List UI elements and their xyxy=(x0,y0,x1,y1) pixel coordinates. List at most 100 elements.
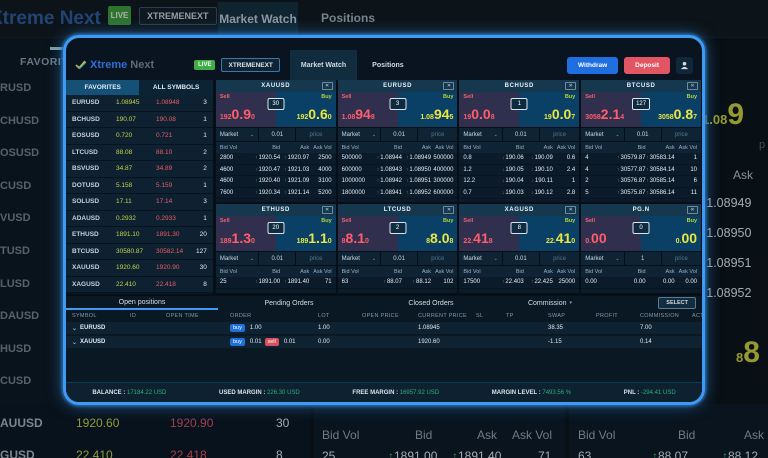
sell-button[interactable]: Sell 190.08 xyxy=(459,92,520,127)
close-icon[interactable]: ✕ xyxy=(321,82,333,90)
sell-button[interactable]: Sell 0.00 xyxy=(581,216,642,251)
sell-button[interactable]: Sell 22.418 xyxy=(459,216,520,251)
positions-tab-pending-orders[interactable]: Pending Orders xyxy=(218,296,360,310)
positions-tab-commission[interactable]: Commission ▾ xyxy=(502,296,598,310)
arrow-down-icon: ↓ xyxy=(501,166,505,173)
price-input[interactable]: price xyxy=(539,128,580,141)
quantity-input[interactable]: 0.01 xyxy=(624,128,662,141)
order-type-dropdown[interactable]: Market ⌄ xyxy=(215,252,260,265)
arrow-down-icon: ↓ xyxy=(530,155,534,162)
close-icon[interactable]: ✕ xyxy=(565,82,577,90)
order-type-dropdown[interactable]: Market ⌄ xyxy=(215,128,260,141)
withdraw-button[interactable]: Withdraw xyxy=(566,56,619,74)
quantity-input[interactable]: 0.01 xyxy=(502,252,540,265)
order-type-dropdown[interactable]: Market ⌄ xyxy=(337,128,382,141)
sidebar-symbol-row[interactable]: EURUSD 1.08945 1.08948 3 xyxy=(66,95,213,112)
bid-price: ↑1.08941 xyxy=(376,189,402,196)
buy-button[interactable]: Buy 1920.60 xyxy=(275,92,336,127)
select-button[interactable]: SELECT xyxy=(658,297,696,309)
close-icon[interactable]: ✕ xyxy=(565,206,577,214)
buy-label: Buy xyxy=(443,218,454,224)
sidebar-symbol-row[interactable]: BSVUSD 34.87 34.89 2 xyxy=(66,161,213,178)
price-input[interactable]: price xyxy=(418,252,458,265)
price-input[interactable]: price xyxy=(661,252,701,265)
deposit-button[interactable]: Deposit xyxy=(624,56,670,74)
bid-price: 0.720 xyxy=(116,132,133,140)
depth-col-header: Bid xyxy=(394,268,402,275)
order-type-dropdown[interactable]: Market ⌄ xyxy=(459,252,503,265)
account-button[interactable]: XTREMENEXT xyxy=(221,58,280,72)
sidebar-symbol-row[interactable]: ADAUSD 0.2932 0.2933 1 xyxy=(66,210,213,227)
user-avatar-button[interactable] xyxy=(676,56,693,74)
ask-price: 0.00 xyxy=(662,279,675,286)
order-type-dropdown[interactable]: Market ⌄ xyxy=(337,252,382,265)
sell-button[interactable]: Sell 1891.30 xyxy=(215,216,276,251)
order-type-dropdown[interactable]: Market ⌄ xyxy=(581,252,625,265)
bid-volume: 0.8 xyxy=(463,155,472,162)
buy-button[interactable]: Buy 1.08945 xyxy=(397,92,458,127)
ask-price: ↓190.12 xyxy=(530,189,553,196)
sidebar-tab-favorites[interactable]: FAVORITES xyxy=(66,80,140,95)
sidebar-symbol-row[interactable]: XAUUSD 1920.60 1920.90 30 xyxy=(66,260,213,277)
position-row-eurusd[interactable]: ⌄ EURUSD buy 1.00 1.00 1.08945 38.35 7.00 xyxy=(66,322,702,336)
arrow-up-icon: ↑ xyxy=(412,279,416,286)
close-icon[interactable]: ✕ xyxy=(443,82,455,90)
price-input[interactable]: price xyxy=(539,252,580,265)
tab-positions[interactable]: Positions xyxy=(361,50,415,80)
positions-tab-closed-orders[interactable]: Closed Orders xyxy=(360,296,502,310)
tab-market-watch[interactable]: Market Watch xyxy=(289,50,358,80)
depth-table-header: Bid Vol Bid Ask Ask Vol xyxy=(337,142,458,153)
sidebar-symbol-row[interactable]: BCHUSD 190.07 190.08 1 xyxy=(66,111,213,128)
arrow-up-icon: ↑ xyxy=(284,155,287,162)
quantity-input[interactable]: 0.01 xyxy=(381,128,419,141)
price-input[interactable]: price xyxy=(418,128,458,141)
quantity-input[interactable]: 0.01 xyxy=(381,252,419,265)
quantity-input[interactable]: 1 xyxy=(624,252,662,265)
price-input[interactable]: price xyxy=(661,128,701,141)
close-icon[interactable]: ✕ xyxy=(687,82,698,90)
sell-button[interactable]: Sell 88.10 xyxy=(337,216,398,251)
positions-col-open-price: OPEN PRICE xyxy=(362,313,399,319)
sell-button[interactable]: Sell 1920.90 xyxy=(215,92,276,127)
sidebar-symbol-row[interactable]: LTCUSD 88.08 88.10 2 xyxy=(66,144,213,161)
sell-label: Sell xyxy=(341,94,352,100)
positions-tab-open-positions[interactable]: Open positions xyxy=(66,296,218,310)
close-icon[interactable]: ✕ xyxy=(443,206,455,214)
bid-volume: 1.2 xyxy=(463,166,472,173)
depth-col-header: Ask xyxy=(665,268,675,275)
sidebar-symbol-row[interactable]: BTCUSD 30580.87 30582.14 127 xyxy=(66,243,213,260)
sidebar-symbol-row[interactable]: DOTUSD 5.158 5.159 1 xyxy=(66,177,213,194)
order-type-dropdown[interactable]: Market ⌄ xyxy=(459,128,503,141)
bid-price: 5.158 xyxy=(116,181,133,189)
chevron-down-icon: ⌄ xyxy=(615,255,620,262)
quantity-input[interactable]: 0.01 xyxy=(259,128,297,141)
sidebar-symbol-row[interactable]: XAGUSD 22.410 22.418 8 xyxy=(66,276,213,293)
positions-col-swap: SWAP xyxy=(548,313,566,319)
buy-button[interactable]: Buy 88.08 xyxy=(397,216,458,251)
buy-button[interactable]: Buy 22.410 xyxy=(519,216,580,251)
position-row-xauusd[interactable]: ⌄ XAUUSD buy 0.01 sell 0.01 0.00 1920.60 -1.15 0.… xyxy=(66,336,702,350)
sidebar-symbol-row[interactable]: SOLUSD 17.11 17.14 3 xyxy=(66,194,213,211)
order-type-dropdown[interactable]: Market ⌄ xyxy=(581,128,625,141)
sidebar-tab-all-symbols[interactable]: ALL SYMBOLS xyxy=(139,80,213,95)
bid-price: ↑1920.40 xyxy=(255,178,281,185)
arrow-up-icon: ↑ xyxy=(255,189,258,196)
sidebar-symbol-row[interactable]: EOSUSD 0.720 0.721 1 xyxy=(66,128,213,145)
tile-header: ETHUSD ✕ xyxy=(215,204,336,216)
depth-col-header: Ask xyxy=(421,268,432,275)
sell-button[interactable]: Sell 1.08948 xyxy=(337,92,398,127)
arrow-up-icon: ↑ xyxy=(646,189,649,196)
price-input[interactable]: price xyxy=(296,252,336,265)
buy-button[interactable]: Buy 1891.10 xyxy=(275,216,336,251)
buy-button[interactable]: Buy 0.00 xyxy=(641,216,701,251)
price-input[interactable]: price xyxy=(296,128,336,141)
bid-price: ↑30577.87 xyxy=(617,166,646,173)
close-icon[interactable]: ✕ xyxy=(321,206,333,214)
quantity-input[interactable]: 0.01 xyxy=(259,252,297,265)
quantity-input[interactable]: 0.01 xyxy=(502,128,540,141)
buy-button[interactable]: Buy 30580.87 xyxy=(641,92,701,127)
close-icon[interactable]: ✕ xyxy=(687,206,698,214)
instrument-tile-xagusd: XAGUSD ✕ Sell 22.418 8 Buy 22.410 Market ⌄ 0.01 pr… xyxy=(459,204,580,293)
buy-button[interactable]: Buy 190.07 xyxy=(519,92,580,127)
sidebar-symbol-row[interactable]: ETHUSD 1891.10 1891.30 20 xyxy=(66,227,213,244)
